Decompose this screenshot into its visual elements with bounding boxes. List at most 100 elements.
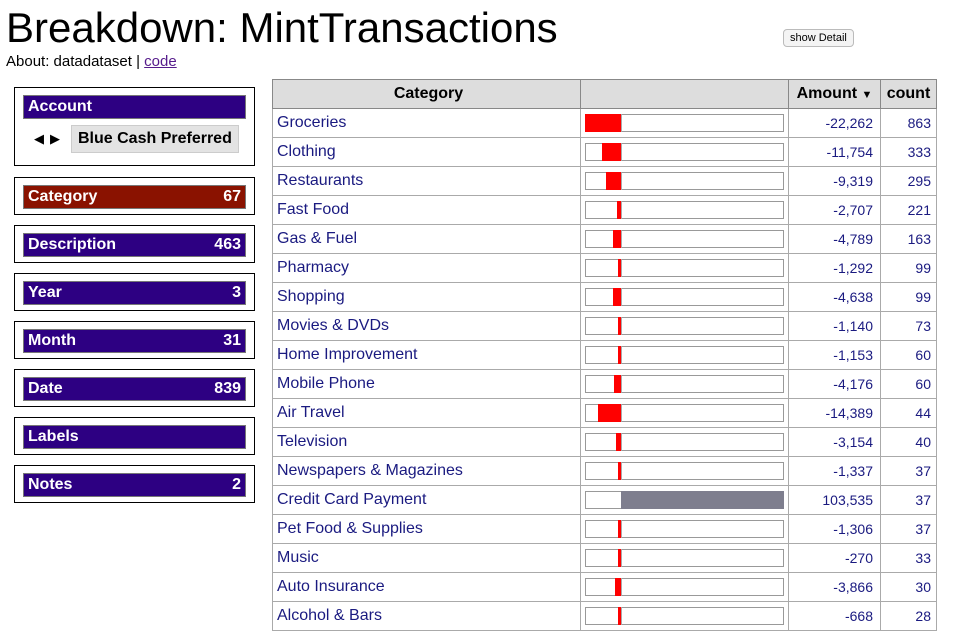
- code-link[interactable]: code: [144, 53, 177, 70]
- category-link[interactable]: Credit Card Payment: [272, 485, 581, 515]
- category-link[interactable]: Shopping: [272, 282, 581, 312]
- amount-bar: [618, 607, 621, 625]
- page-title: Breakdown: MintTransactions: [6, 4, 558, 51]
- table-row: Clothing -11,754 333: [272, 137, 937, 167]
- dimension-header-notes[interactable]: Notes 2: [23, 473, 246, 497]
- triangle-right-icon[interactable]: ▶: [47, 131, 63, 147]
- triangle-left-icon[interactable]: ◀: [31, 131, 47, 147]
- category-link[interactable]: Music: [272, 543, 581, 573]
- bar-zero-axis: [621, 230, 622, 248]
- category-link[interactable]: Fast Food: [272, 195, 581, 225]
- count-value: 40: [880, 427, 937, 457]
- bar-zero-axis: [621, 578, 622, 596]
- category-link[interactable]: Alcohol & Bars: [272, 601, 581, 631]
- dimension-header-date[interactable]: Date 839: [23, 377, 246, 401]
- dimension-header-labels[interactable]: Labels: [23, 425, 246, 449]
- dimension-label: Date: [28, 380, 63, 397]
- dimension-count: 463: [214, 236, 241, 253]
- category-link[interactable]: Movies & DVDs: [272, 311, 581, 341]
- account-header[interactable]: Account: [23, 95, 246, 119]
- account-panel: Account ◀ ▶ Blue Cash Preferred: [14, 87, 255, 166]
- count-value: 333: [880, 137, 937, 167]
- amount-bar: [621, 491, 784, 509]
- account-value[interactable]: Blue Cash Preferred: [71, 125, 239, 153]
- table-row: Fast Food -2,707 221: [272, 195, 937, 225]
- amount-column-header[interactable]: Amount ▼: [788, 79, 881, 109]
- dimension-header-month[interactable]: Month 31: [23, 329, 246, 353]
- table-row: Air Travel -14,389 44: [272, 398, 937, 428]
- category-link[interactable]: Newspapers & Magazines: [272, 456, 581, 486]
- bar-track: [585, 201, 784, 219]
- category-link[interactable]: Air Travel: [272, 398, 581, 428]
- count-column-header[interactable]: count: [880, 79, 937, 109]
- category-link[interactable]: Gas & Fuel: [272, 224, 581, 254]
- category-link[interactable]: Restaurants: [272, 166, 581, 196]
- bar-track: [585, 317, 784, 335]
- show-detail-button[interactable]: show Detail: [783, 29, 854, 47]
- amount-header-label: Amount: [796, 85, 858, 102]
- category-link[interactable]: Pharmacy: [272, 253, 581, 283]
- amount-bar: [585, 114, 621, 132]
- category-link[interactable]: Mobile Phone: [272, 369, 581, 399]
- dimension-header-category[interactable]: Category 67: [23, 185, 246, 209]
- category-link[interactable]: Clothing: [272, 137, 581, 167]
- dimension-label: Description: [28, 236, 117, 253]
- count-value: 30: [880, 572, 937, 602]
- bar-zero-axis: [621, 375, 622, 393]
- bar-track: [585, 433, 784, 451]
- amount-value: -270: [788, 543, 881, 573]
- amount-value: -1,153: [788, 340, 881, 370]
- dimension-panel: Labels: [14, 417, 255, 455]
- amount-bar-cell: [580, 543, 789, 573]
- dimension-count: 839: [214, 380, 241, 397]
- category-column-header[interactable]: Category: [272, 79, 581, 109]
- amount-bar-cell: [580, 282, 789, 312]
- account-label: Account: [28, 98, 92, 115]
- amount-bar: [598, 404, 621, 422]
- count-value: 99: [880, 282, 937, 312]
- bar-zero-axis: [621, 520, 622, 538]
- bar-zero-axis: [621, 549, 622, 567]
- table-row: Gas & Fuel -4,789 163: [272, 224, 937, 254]
- category-link[interactable]: Television: [272, 427, 581, 457]
- amount-bar-cell: [580, 224, 789, 254]
- amount-bar: [613, 288, 621, 306]
- category-link[interactable]: Auto Insurance: [272, 572, 581, 602]
- amount-value: -4,789: [788, 224, 881, 254]
- amount-value: -14,389: [788, 398, 881, 428]
- count-value: 99: [880, 253, 937, 283]
- bar-track: [585, 520, 784, 538]
- dimension-label: Notes: [28, 476, 73, 493]
- amount-value: -22,262: [788, 108, 881, 138]
- category-link[interactable]: Pet Food & Supplies: [272, 514, 581, 544]
- bar-zero-axis: [621, 462, 622, 480]
- dimension-panel: Description 463: [14, 225, 255, 263]
- dimension-count: 2: [232, 476, 241, 493]
- breakdown-table: Category Amount ▼ count Groceries -22,262…: [272, 79, 937, 631]
- dimension-label: Year: [28, 284, 62, 301]
- dimension-header-description[interactable]: Description 463: [23, 233, 246, 257]
- bar-track: [585, 549, 784, 567]
- dimension-panel: Date 839: [14, 369, 255, 407]
- table-row: Mobile Phone -4,176 60: [272, 369, 937, 399]
- count-value: 28: [880, 601, 937, 631]
- dimension-label: Month: [28, 332, 76, 349]
- count-value: 863: [880, 108, 937, 138]
- table-row: Alcohol & Bars -668 28: [272, 601, 937, 631]
- dimension-count: 3: [232, 284, 241, 301]
- dimension-panel: Notes 2: [14, 465, 255, 503]
- dimension-header-year[interactable]: Year 3: [23, 281, 246, 305]
- bar-zero-axis: [621, 114, 622, 132]
- table-row: Movies & DVDs -1,140 73: [272, 311, 937, 341]
- amount-bar: [616, 433, 621, 451]
- category-link[interactable]: Groceries: [272, 108, 581, 138]
- amount-bar-cell: [580, 340, 789, 370]
- count-value: 60: [880, 340, 937, 370]
- category-link[interactable]: Home Improvement: [272, 340, 581, 370]
- table-row: Pet Food & Supplies -1,306 37: [272, 514, 937, 544]
- amount-bar-cell: [580, 195, 789, 225]
- amount-bar-cell: [580, 572, 789, 602]
- bar-track: [585, 346, 784, 364]
- table-row: Music -270 33: [272, 543, 937, 573]
- amount-bar: [614, 375, 621, 393]
